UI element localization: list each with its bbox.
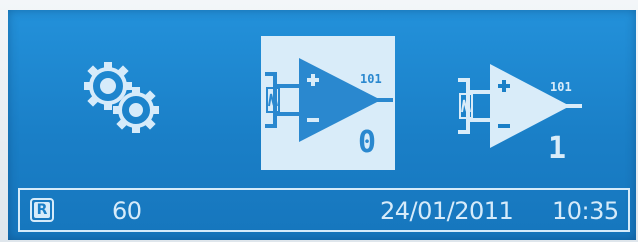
amplifier-number: 1 <box>548 131 567 166</box>
mode-badge-label: R <box>34 202 50 218</box>
mode-badge: R <box>30 198 54 222</box>
amplifier-number: 0 <box>358 125 377 160</box>
bits-label: 101 <box>550 80 572 94</box>
lcd-screen: 101 0 101 1 R 60 24/01/2011 10:35 <box>8 10 636 240</box>
menu-item-amplifier-0[interactable]: 101 0 <box>261 36 395 170</box>
bits-label: 101 <box>360 72 382 86</box>
status-bar: R 60 24/01/2011 10:35 <box>18 188 630 232</box>
gears-settings-icon <box>84 62 159 133</box>
menu-item-settings[interactable] <box>74 54 168 136</box>
status-date: 24/01/2011 <box>380 197 514 225</box>
status-value: 60 <box>112 197 142 225</box>
menu-item-amplifier-1[interactable]: 101 1 <box>454 52 584 164</box>
status-time: 10:35 <box>552 197 619 225</box>
